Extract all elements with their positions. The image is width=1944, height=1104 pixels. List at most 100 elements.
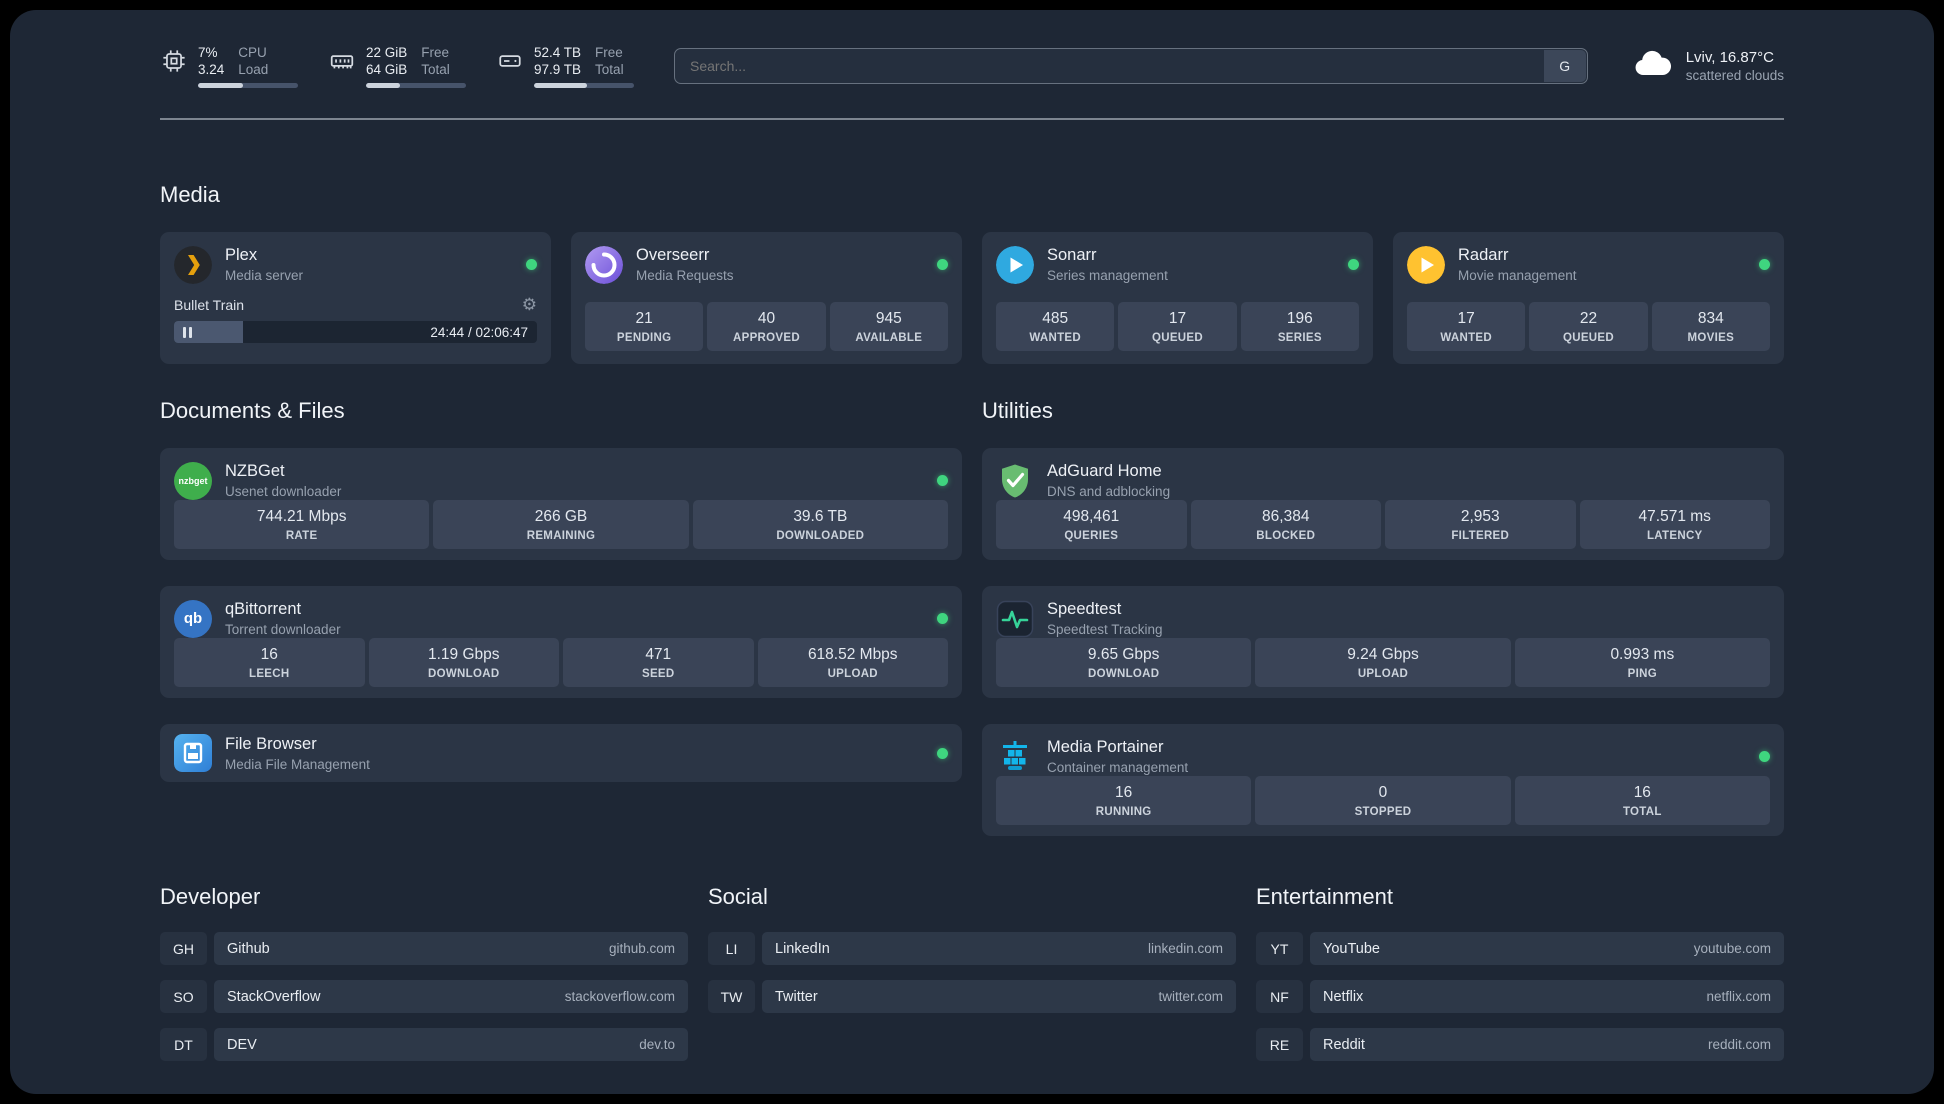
stat-box: 22 QUEUED xyxy=(1529,302,1648,351)
nzbget-app-link[interactable]: nzbget NZBGet Usenet downloader xyxy=(174,461,948,500)
portainer-icon xyxy=(996,738,1034,776)
stat-value: 744.21 Mbps xyxy=(256,508,347,525)
qbittorrent-card: qb qBittorrent Torrent downloader 16 LEE… xyxy=(160,586,962,698)
filebrowser-app-link[interactable]: File Browser Media File Management xyxy=(174,734,948,773)
dashboard-page: 7% 3.24 CPU Load 22 GiB 64 GiB Free Tota… xyxy=(10,10,1934,1094)
status-dot xyxy=(937,613,948,624)
portainer-app-link[interactable]: Media Portainer Container management xyxy=(996,737,1770,776)
bookmark-youtube[interactable]: YT YouTube youtube.com xyxy=(1256,932,1784,965)
stat-value: 22 xyxy=(1579,310,1598,327)
bookmark-dev[interactable]: DT DEV dev.to xyxy=(160,1028,688,1061)
stat-label: PING xyxy=(1627,668,1657,680)
radarr-app-link[interactable]: Radarr Movie management xyxy=(1407,245,1770,284)
app-desc: Usenet downloader xyxy=(225,484,342,499)
bookmark-twitter[interactable]: TW Twitter twitter.com xyxy=(708,980,1236,1013)
stat-box: 471 SEED xyxy=(563,638,754,687)
app-name: Speedtest xyxy=(1047,600,1122,618)
adguard-app-link[interactable]: AdGuard Home DNS and adblocking xyxy=(996,461,1770,500)
topbar-divider xyxy=(160,118,1784,120)
stat-box: 86,384 BLOCKED xyxy=(1190,500,1381,549)
cpu-metric-widget: 7% 3.24 CPU Load xyxy=(160,44,298,88)
app-desc: Media Requests xyxy=(636,268,734,283)
cpu-load-label: Load xyxy=(238,62,269,77)
app-name: qBittorrent xyxy=(225,600,302,618)
stat-box: 17 QUEUED xyxy=(1118,302,1237,351)
disk-free-value: 52.4 TB xyxy=(534,45,582,60)
plex-icon xyxy=(174,245,212,284)
stat-label: REMAINING xyxy=(526,530,596,542)
disk-metric-widget: 52.4 TB 97.9 TB Free Total xyxy=(496,44,634,88)
developer-section-title: Developer xyxy=(160,884,261,909)
app-desc: Series management xyxy=(1047,268,1168,283)
speedtest-icon xyxy=(996,600,1034,638)
pause-icon[interactable] xyxy=(183,326,192,338)
stat-label: MOVIES xyxy=(1687,332,1735,344)
developer-column: Developer GH Github github.com SO StackO… xyxy=(160,884,688,1061)
nzbget-icon: nzbget xyxy=(174,461,212,500)
bookmark-abbr: GH xyxy=(160,932,207,965)
status-dot xyxy=(1759,259,1770,270)
search-input[interactable] xyxy=(674,48,1588,84)
adguard-icon xyxy=(996,462,1034,500)
stat-box: 266 GB REMAINING xyxy=(433,500,689,549)
stat-box: 834 MOVIES xyxy=(1651,302,1770,351)
stat-label: DOWNLOAD xyxy=(1087,668,1160,680)
bookmark-url: youtube.com xyxy=(1693,941,1771,956)
stat-value: 0 xyxy=(1378,784,1388,801)
overseerr-app-link[interactable]: Overseerr Media Requests xyxy=(585,245,948,284)
cpu-progress-bar xyxy=(198,83,298,88)
app-desc: Torrent downloader xyxy=(225,622,341,637)
stat-box: 0.993 ms PING xyxy=(1514,638,1770,687)
bookmark-abbr: TW xyxy=(708,980,755,1013)
stat-value: 834 xyxy=(1697,310,1724,327)
player-seek-bar[interactable]: 24:44 / 02:06:47 xyxy=(174,321,537,343)
stat-label: LEECH xyxy=(249,668,290,680)
stat-label: LATENCY xyxy=(1646,530,1703,542)
app-name: Radarr xyxy=(1458,246,1509,264)
bookmark-reddit[interactable]: RE Reddit reddit.com xyxy=(1256,1028,1784,1061)
stat-label: RUNNING xyxy=(1095,806,1152,818)
search-provider-button[interactable]: G xyxy=(1543,50,1586,82)
app-name: Sonarr xyxy=(1047,246,1097,264)
nzbget-card: nzbget NZBGet Usenet downloader 744.21 M… xyxy=(160,448,962,560)
portainer-card: Media Portainer Container management 16 … xyxy=(982,724,1784,836)
app-desc: Media server xyxy=(225,268,304,283)
app-name: NZBGet xyxy=(225,462,285,480)
cloud-icon xyxy=(1632,49,1674,84)
disk-total-label: Total xyxy=(595,62,624,77)
stat-box: 9.65 Gbps DOWNLOAD xyxy=(996,638,1252,687)
bookmark-abbr: RE xyxy=(1256,1028,1303,1061)
stat-box: 498,461 QUERIES xyxy=(996,500,1187,549)
bookmark-github[interactable]: GH Github github.com xyxy=(160,932,688,965)
gear-icon[interactable]: ⚙ xyxy=(522,296,537,313)
bookmark-linkedin[interactable]: LI LinkedIn linkedin.com xyxy=(708,932,1236,965)
radarr-icon xyxy=(1407,245,1445,284)
stat-value: 945 xyxy=(875,310,902,327)
bookmark-stackoverflow[interactable]: SO StackOverflow stackoverflow.com xyxy=(160,980,688,1013)
qbittorrent-app-link[interactable]: qb qBittorrent Torrent downloader xyxy=(174,599,948,638)
app-name: Overseerr xyxy=(636,246,710,264)
stat-box: 16 TOTAL xyxy=(1514,776,1770,825)
bookmark-netflix[interactable]: NF Netflix netflix.com xyxy=(1256,980,1784,1013)
overseerr-icon xyxy=(585,245,623,284)
stat-value: 266 GB xyxy=(534,508,588,525)
memory-free-label: Free xyxy=(421,45,450,60)
stat-box: 485 WANTED xyxy=(996,302,1115,351)
speedtest-app-link[interactable]: Speedtest Speedtest Tracking xyxy=(996,599,1770,638)
weather-location: Lviv, 16.87°C xyxy=(1685,49,1774,66)
cpu-load-value: 3.24 xyxy=(198,62,225,77)
stat-value: 9.65 Gbps xyxy=(1087,646,1160,663)
disk-total-value: 97.9 TB xyxy=(534,62,582,77)
stat-label: STOPPED xyxy=(1354,806,1412,818)
stat-box: 1.19 Gbps DOWNLOAD xyxy=(368,638,559,687)
app-name: File Browser xyxy=(225,734,317,753)
sonarr-app-link[interactable]: Sonarr Series management xyxy=(996,245,1359,284)
bookmark-name: Github xyxy=(227,940,270,957)
memory-icon xyxy=(328,47,356,75)
bookmark-abbr: NF xyxy=(1256,980,1303,1013)
memory-progress-bar xyxy=(366,83,466,88)
stat-box: 945 AVAILABLE xyxy=(829,302,948,351)
qbittorrent-icon: qb xyxy=(174,599,212,638)
plex-app-link[interactable]: Plex Media server xyxy=(174,245,537,284)
bookmark-abbr: YT xyxy=(1256,932,1303,965)
